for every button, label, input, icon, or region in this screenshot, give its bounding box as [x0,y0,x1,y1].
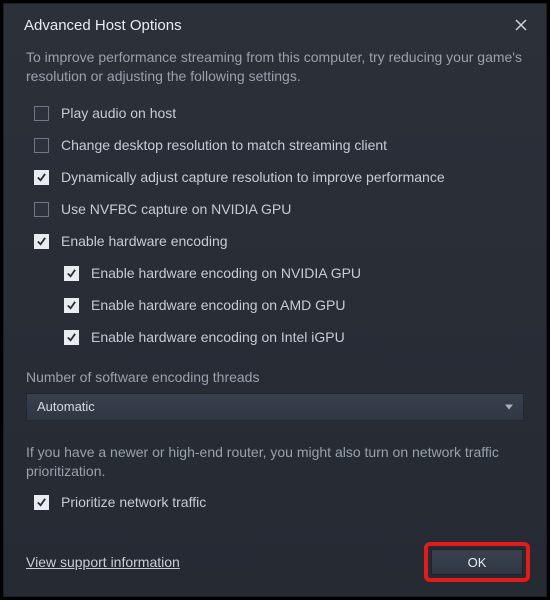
checkbox-label: Play audio on host [61,104,176,123]
checkbox-icon[interactable] [64,266,79,281]
checkbox-label: Prioritize network traffic [61,493,206,512]
checkbox-icon[interactable] [64,330,79,345]
option-hw-intel[interactable]: Enable hardware encoding on Intel iGPU [64,322,524,354]
option-prioritize[interactable]: Prioritize network traffic [34,486,524,518]
option-play-audio[interactable]: Play audio on host [34,98,524,130]
close-icon[interactable] [510,14,532,36]
titlebar: Advanced Host Options [4,4,546,46]
option-nvfbc[interactable]: Use NVFBC capture on NVIDIA GPU [34,194,524,226]
option-hw-amd[interactable]: Enable hardware encoding on AMD GPU [64,290,524,322]
checkbox-label: Enable hardware encoding [61,232,228,251]
threads-label: Number of software encoding threads [26,368,524,387]
checkbox-icon[interactable] [34,202,49,217]
router-note: If you have a newer or high-end router, … [26,443,524,481]
option-hw-encoding[interactable]: Enable hardware encoding [34,226,524,258]
option-dynamic-capture[interactable]: Dynamically adjust capture resolution to… [34,162,524,194]
checkbox-label: Dynamically adjust capture resolution to… [61,168,445,187]
intro-text: To improve performance streaming from th… [26,48,524,86]
checkbox-icon[interactable] [34,495,49,510]
threads-value: Automatic [37,398,95,416]
window-title: Advanced Host Options [24,17,510,34]
checkbox-icon[interactable] [34,138,49,153]
checkbox-icon[interactable] [34,234,49,249]
checkbox-label: Change desktop resolution to match strea… [61,136,387,155]
ok-highlight: OK [424,542,530,582]
checkbox-label: Enable hardware encoding on AMD GPU [91,296,345,315]
support-link[interactable]: View support information [26,554,180,570]
option-change-resolution[interactable]: Change desktop resolution to match strea… [34,130,524,162]
advanced-host-options-dialog: Advanced Host Options To improve perform… [4,4,546,596]
checkbox-label: Enable hardware encoding on Intel iGPU [91,328,345,347]
checkbox-icon[interactable] [34,170,49,185]
checkbox-label: Enable hardware encoding on NVIDIA GPU [91,264,361,283]
checkbox-icon[interactable] [64,298,79,313]
checkbox-icon[interactable] [34,106,49,121]
ok-button[interactable]: OK [431,549,523,575]
checkbox-label: Use NVFBC capture on NVIDIA GPU [61,200,291,219]
threads-select[interactable]: Automatic [26,393,524,421]
chevron-down-icon [505,404,513,409]
option-hw-nvidia[interactable]: Enable hardware encoding on NVIDIA GPU [64,258,524,290]
